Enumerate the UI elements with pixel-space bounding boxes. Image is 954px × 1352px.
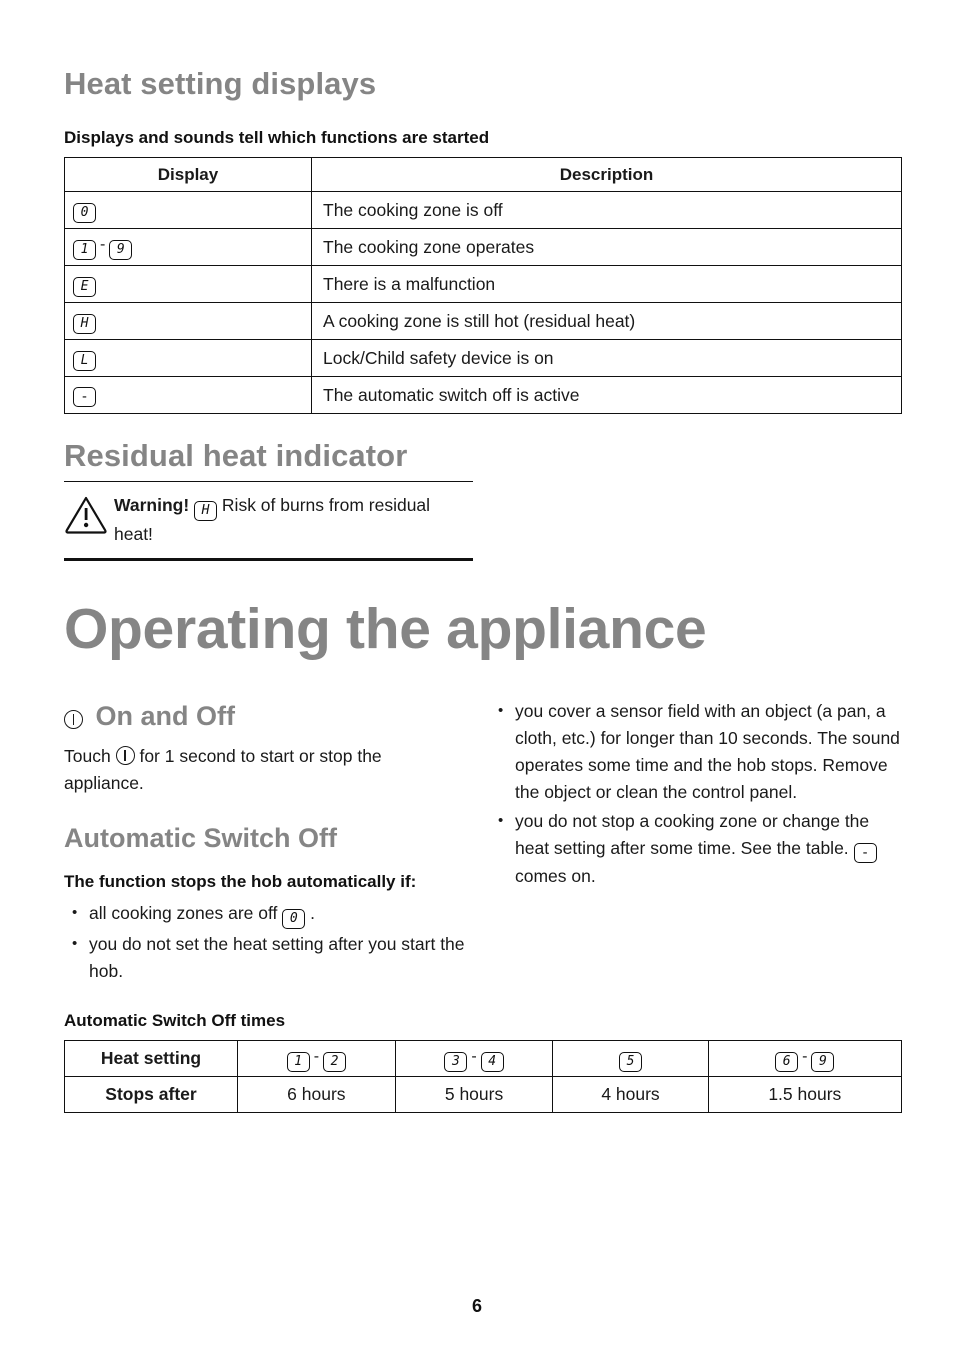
column-header-description: Description — [311, 157, 902, 192]
power-icon — [64, 710, 83, 729]
description-cell: Lock/Child safety device is on — [311, 339, 902, 377]
on-and-off-body-after: for 1 second to start or stop the applia… — [64, 746, 382, 793]
display-symbol-cell: - — [64, 376, 312, 414]
table-row: E There is a malfunction — [64, 265, 902, 303]
lcd-symbol-9: 9 — [811, 1051, 835, 1072]
list-item: you cover a sensor field with an object … — [490, 697, 905, 806]
stops-after-cell: 1.5 hours — [707, 1076, 903, 1113]
on-and-off-heading-row: On and Off — [64, 701, 235, 732]
bullets-left: all cooking zones are off 0 . you do not … — [64, 899, 469, 987]
subheading-displays-and-sounds: Displays and sounds tell which functions… — [64, 128, 490, 147]
bullet-text: you do not set the heat setting after yo… — [89, 934, 465, 981]
display-symbol-cell: 0 — [64, 191, 312, 229]
heat-setting-cell: 3-4 — [394, 1040, 554, 1077]
description-cell: A cooking zone is still hot (residual he… — [311, 302, 902, 340]
table-row: - The automatic switch off is active — [64, 376, 902, 414]
lcd-range-separator: - — [471, 1047, 477, 1065]
description-cell: There is a malfunction — [311, 265, 902, 303]
lcd-symbol-0: 0 — [282, 909, 306, 929]
heat-setting-cell: 5 — [552, 1040, 709, 1077]
table-row: 1-9 The cooking zone operates — [64, 228, 902, 266]
subheading-automatic-switch-off-times: Automatic Switch Off times — [64, 1011, 286, 1030]
warning-block: Warning! H Risk of burns from residual h… — [64, 481, 473, 561]
lcd-range-separator: - — [313, 1047, 320, 1065]
warning-rule-bottom — [64, 558, 473, 561]
list-item: all cooking zones are off 0 . — [64, 899, 469, 929]
bullet-text-after: comes on. — [515, 866, 596, 886]
table-row: H A cooking zone is still hot (residual h… — [64, 302, 902, 340]
warning-triangle-icon — [64, 492, 114, 539]
lcd-symbol--: - — [853, 843, 877, 863]
table-row: 0 The cooking zone is off — [64, 191, 902, 229]
document-page: Heat setting displays Displays and sound… — [0, 0, 954, 1352]
display-symbol-cell: 1-9 — [64, 228, 312, 266]
automatic-switch-off-times-table: Heat setting 1-2 3-4 5 6-9 Stops after 6 hours… — [64, 1040, 903, 1113]
table-row: L Lock/Child safety device is on — [64, 339, 902, 377]
lcd-symbol-3: 3 — [444, 1051, 468, 1072]
stops-after-cell: 6 hours — [237, 1076, 396, 1113]
column-header-display: Display — [64, 157, 312, 192]
warning-label: Warning! — [114, 495, 190, 515]
lcd-symbol-1: 1 — [73, 239, 96, 260]
row-header-heat-setting: Heat setting — [64, 1040, 238, 1077]
stops-after-cell: 5 hours — [394, 1076, 554, 1113]
bullet-text: you do not stop a cooking zone or change… — [515, 811, 870, 858]
lcd-symbol-h: H — [194, 501, 218, 521]
page-number: 6 — [471, 1296, 482, 1316]
stops-after-cell: 4 hours — [552, 1076, 709, 1113]
heading-automatic-switch-off: Automatic Switch Off — [64, 823, 338, 853]
lcd-range-separator: - — [100, 235, 106, 253]
description-cell: The cooking zone is off — [311, 191, 902, 229]
description-cell: The cooking zone operates — [311, 228, 902, 266]
lcd-symbol-h: H — [73, 313, 96, 334]
lcd-symbol-e: E — [73, 276, 96, 297]
list-item: you do not set the heat setting after yo… — [64, 930, 469, 985]
warning-text: Warning! H Risk of burns from residual h… — [114, 492, 473, 548]
display-symbol-cell: H — [64, 302, 312, 340]
list-item: you do not stop a cooking zone or change… — [490, 807, 905, 890]
heading-on-and-off: On and Off — [95, 701, 235, 731]
power-icon-inline — [115, 746, 135, 765]
lcd-range-separator: - — [802, 1047, 808, 1065]
bullet-text: you cover a sensor field with an object … — [515, 701, 900, 802]
description-cell: The automatic switch off is active — [311, 376, 902, 414]
lead-function-stops-hob: The function stops the hob automatically… — [64, 872, 417, 891]
lcd-symbol-0: 0 — [73, 202, 96, 223]
lcd-symbol-9: 9 — [109, 239, 133, 260]
lcd-symbol-5: 5 — [619, 1051, 642, 1072]
table-row: Stops after 6 hours 5 hours 4 hours 1.5 hour… — [64, 1076, 903, 1113]
bullet-text: all cooking zones are off — [89, 903, 278, 923]
bullet-text-after: . — [305, 903, 316, 923]
display-symbol-cell: L — [64, 339, 312, 377]
heading-heat-setting-displays: Heat setting displays — [64, 66, 377, 101]
display-symbol-cell: E — [64, 265, 312, 303]
lcd-symbol-1: 1 — [286, 1051, 310, 1072]
table-row: Heat setting 1-2 3-4 5 6-9 — [64, 1040, 903, 1077]
lcd-symbol-4: 4 — [480, 1051, 504, 1072]
lcd-symbol-2: 2 — [323, 1051, 347, 1072]
heading-residual-heat-indicator: Residual heat indicator — [64, 438, 408, 473]
heat-setting-display-table: Display Description 0 The cooking zone is… — [64, 157, 902, 414]
lcd-symbol--: - — [73, 387, 96, 407]
table-header-row: Display Description — [64, 157, 902, 192]
bullets-right: you cover a sensor field with an object … — [490, 697, 905, 892]
heat-setting-cell: 6-9 — [707, 1040, 903, 1077]
heat-setting-cell: 1-2 — [237, 1040, 396, 1077]
heading-operating-the-appliance: Operating the appliance — [64, 597, 707, 661]
on-and-off-body: Touch for 1 second to start or stop the … — [64, 743, 464, 797]
row-header-stops-after: Stops after — [64, 1076, 238, 1113]
lcd-symbol-6: 6 — [775, 1051, 799, 1072]
on-and-off-body-before: Touch — [64, 746, 111, 766]
lcd-symbol-l: L — [73, 350, 96, 371]
